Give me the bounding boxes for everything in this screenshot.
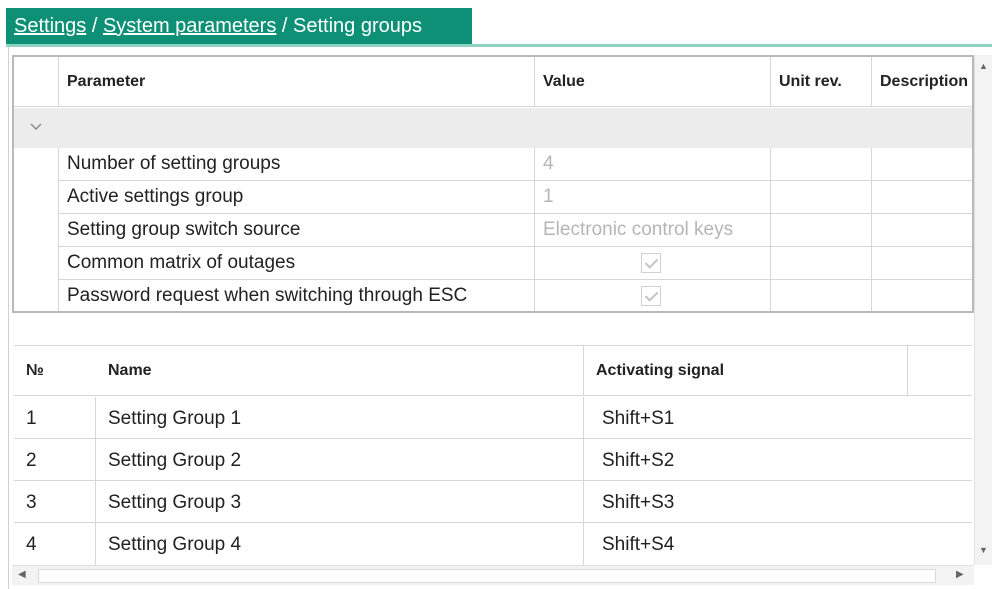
- column-header-name[interactable]: Name: [96, 346, 584, 396]
- parameter-unit-rev: [771, 181, 872, 214]
- breadcrumb-settings-link[interactable]: Settings: [14, 15, 86, 37]
- parameter-row[interactable]: Password request when switching through …: [14, 280, 972, 311]
- parameter-row[interactable]: Active settings group 1: [14, 181, 972, 214]
- parameter-description: [872, 247, 972, 280]
- parameter-value-cell: [535, 280, 771, 311]
- scroll-left-icon[interactable]: ◀: [18, 569, 26, 580]
- parameter-unit-rev: [771, 247, 872, 280]
- group-signal: Shift+S4: [602, 534, 675, 555]
- parameter-row[interactable]: Number of setting groups 4: [14, 148, 972, 181]
- scroll-down-icon[interactable]: ▼: [979, 545, 988, 555]
- parameter-description: [872, 148, 972, 181]
- group-number: 4: [14, 523, 96, 565]
- group-number: 3: [14, 481, 96, 523]
- parameter-grid: Parameter Value Unit rev. Description Nu…: [12, 55, 974, 313]
- parameter-name: Password request when switching through …: [59, 280, 535, 311]
- setting-groups-header: № Name Activating signal: [14, 346, 972, 396]
- table-row[interactable]: 3 Setting Group 3 Shift+S3: [14, 481, 972, 523]
- breadcrumb-separator: /: [276, 15, 293, 37]
- parameter-grid-header: Parameter Value Unit rev. Description: [14, 57, 972, 107]
- group-signal: Shift+S1: [602, 408, 675, 429]
- breadcrumb-system-parameters-link[interactable]: System parameters: [103, 15, 276, 37]
- parameter-value[interactable]: Electronic control keys: [535, 214, 771, 247]
- row-indent: [14, 148, 59, 181]
- parameter-name: Number of setting groups: [59, 148, 535, 181]
- column-header-value[interactable]: Value: [535, 57, 771, 107]
- group-signal: Shift+S3: [602, 492, 675, 513]
- group-number: 2: [14, 439, 96, 481]
- parameter-description: [872, 181, 972, 214]
- row-indent: [14, 247, 59, 280]
- parameter-unit-rev: [771, 148, 872, 181]
- group-number: 1: [14, 397, 96, 439]
- column-header-activating-signal[interactable]: Activating signal: [584, 346, 908, 396]
- group-name: Setting Group 3: [96, 481, 584, 523]
- row-indent: [14, 214, 59, 247]
- header-indent-cell: [14, 57, 59, 107]
- parameter-row[interactable]: Common matrix of outages: [14, 247, 972, 280]
- group-name: Setting Group 1: [96, 397, 584, 439]
- column-header-number[interactable]: №: [14, 346, 96, 396]
- setting-groups-table: № Name Activating signal 1 Setting Group…: [14, 345, 972, 565]
- row-indent: [14, 280, 59, 311]
- vertical-scrollbar[interactable]: ▲ ▼: [974, 55, 992, 565]
- parameter-group-row[interactable]: [14, 108, 972, 148]
- column-header-unit-rev[interactable]: Unit rev.: [771, 57, 872, 107]
- column-header-description[interactable]: Description: [872, 57, 972, 107]
- breadcrumb-separator: /: [86, 15, 103, 37]
- horizontal-scroll-thumb[interactable]: [38, 569, 936, 583]
- row-indent: [14, 181, 59, 214]
- common-matrix-checkbox[interactable]: [641, 253, 661, 273]
- horizontal-scrollbar[interactable]: ◀ ▶: [12, 565, 974, 585]
- parameter-value-cell: [535, 247, 771, 280]
- parameter-name: Active settings group: [59, 181, 535, 214]
- group-name: Setting Group 4: [96, 523, 584, 565]
- group-name: Setting Group 2: [96, 439, 584, 481]
- table-row[interactable]: 4 Setting Group 4 Shift+S4: [14, 523, 972, 565]
- column-header-parameter[interactable]: Parameter: [59, 57, 535, 107]
- breadcrumb: Settings / System parameters / Setting g…: [6, 8, 472, 44]
- parameter-value[interactable]: 1: [535, 181, 771, 214]
- password-request-checkbox[interactable]: [641, 286, 661, 306]
- breadcrumb-current-page: Setting groups: [293, 15, 422, 37]
- parameter-unit-rev: [771, 280, 872, 311]
- parameter-row[interactable]: Setting group switch source Electronic c…: [14, 214, 972, 247]
- parameter-description: [872, 280, 972, 311]
- table-row[interactable]: 1 Setting Group 1 Shift+S1: [14, 397, 972, 439]
- parameter-name: Common matrix of outages: [59, 247, 535, 280]
- parameter-unit-rev: [771, 214, 872, 247]
- parameter-value[interactable]: 4: [535, 148, 771, 181]
- table-row[interactable]: 2 Setting Group 2 Shift+S2: [14, 439, 972, 481]
- group-signal: Shift+S2: [602, 450, 675, 471]
- chevron-down-icon[interactable]: [30, 118, 42, 134]
- parameter-description: [872, 214, 972, 247]
- parameter-name: Setting group switch source: [59, 214, 535, 247]
- scroll-up-icon[interactable]: ▲: [979, 61, 988, 71]
- scroll-right-icon[interactable]: ▶: [956, 569, 964, 580]
